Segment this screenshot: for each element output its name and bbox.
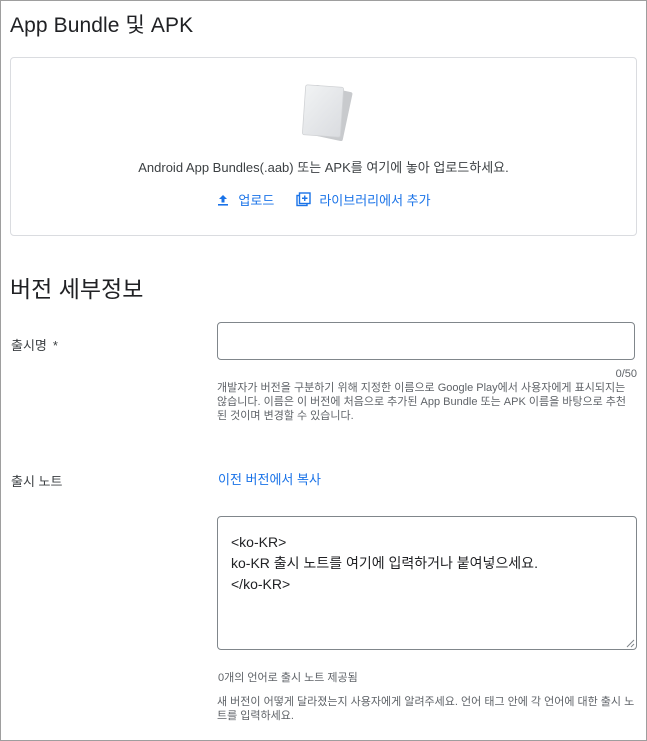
- upload-button[interactable]: 업로드: [216, 190, 274, 209]
- required-mark: *: [52, 338, 58, 353]
- release-notes-label: 출시 노트: [11, 474, 63, 489]
- release-name-helper: 개발자가 버전을 구분하기 위해 지정한 이름으로 Google Play에서 …: [217, 382, 627, 422]
- upload-button-label: 업로드: [238, 193, 275, 208]
- section-title: App Bundle 및 APK: [10, 14, 194, 37]
- library-add-icon: [296, 192, 312, 207]
- version-details-heading: 버전 세부정보: [10, 276, 144, 302]
- release-name-input[interactable]: [217, 322, 635, 360]
- release-notes-line: <ko-KR>: [231, 534, 287, 550]
- upload-dropzone[interactable]: Android App Bundles(.aab) 또는 APK를 여기에 놓아…: [10, 57, 637, 236]
- languages-provided-count: 0개의 언어로 출시 노트 제공됨: [218, 672, 358, 684]
- release-name-counter: 0/50: [615, 368, 637, 380]
- release-notes-helper: 새 버전이 어떻게 달라졌는지 사용자에게 알려주세요. 언어 태그 안에 각 …: [217, 696, 635, 722]
- document-stack-icon: [302, 84, 353, 142]
- release-name-label: 출시명 *: [11, 335, 58, 354]
- release-notes-textarea[interactable]: <ko-KR> ko-KR 출시 노트를 여기에 입력하거나 붙여넣으세요. <…: [217, 516, 637, 650]
- add-from-library-label: 라이브러리에서 추가: [319, 193, 431, 208]
- add-from-library-button[interactable]: 라이브러리에서 추가: [296, 190, 431, 209]
- upload-icon: [218, 194, 229, 206]
- resize-grip-icon[interactable]: [625, 638, 635, 648]
- release-name-label-text: 출시명: [11, 338, 47, 353]
- upload-hint: Android App Bundles(.aab) 또는 APK를 여기에 놓아…: [138, 160, 509, 175]
- copy-from-previous-link[interactable]: 이전 버전에서 복사: [218, 469, 321, 488]
- release-notes-line: ko-KR 출시 노트를 여기에 입력하거나 붙여넣으세요.: [231, 555, 538, 571]
- release-notes-line: </ko-KR>: [231, 576, 291, 592]
